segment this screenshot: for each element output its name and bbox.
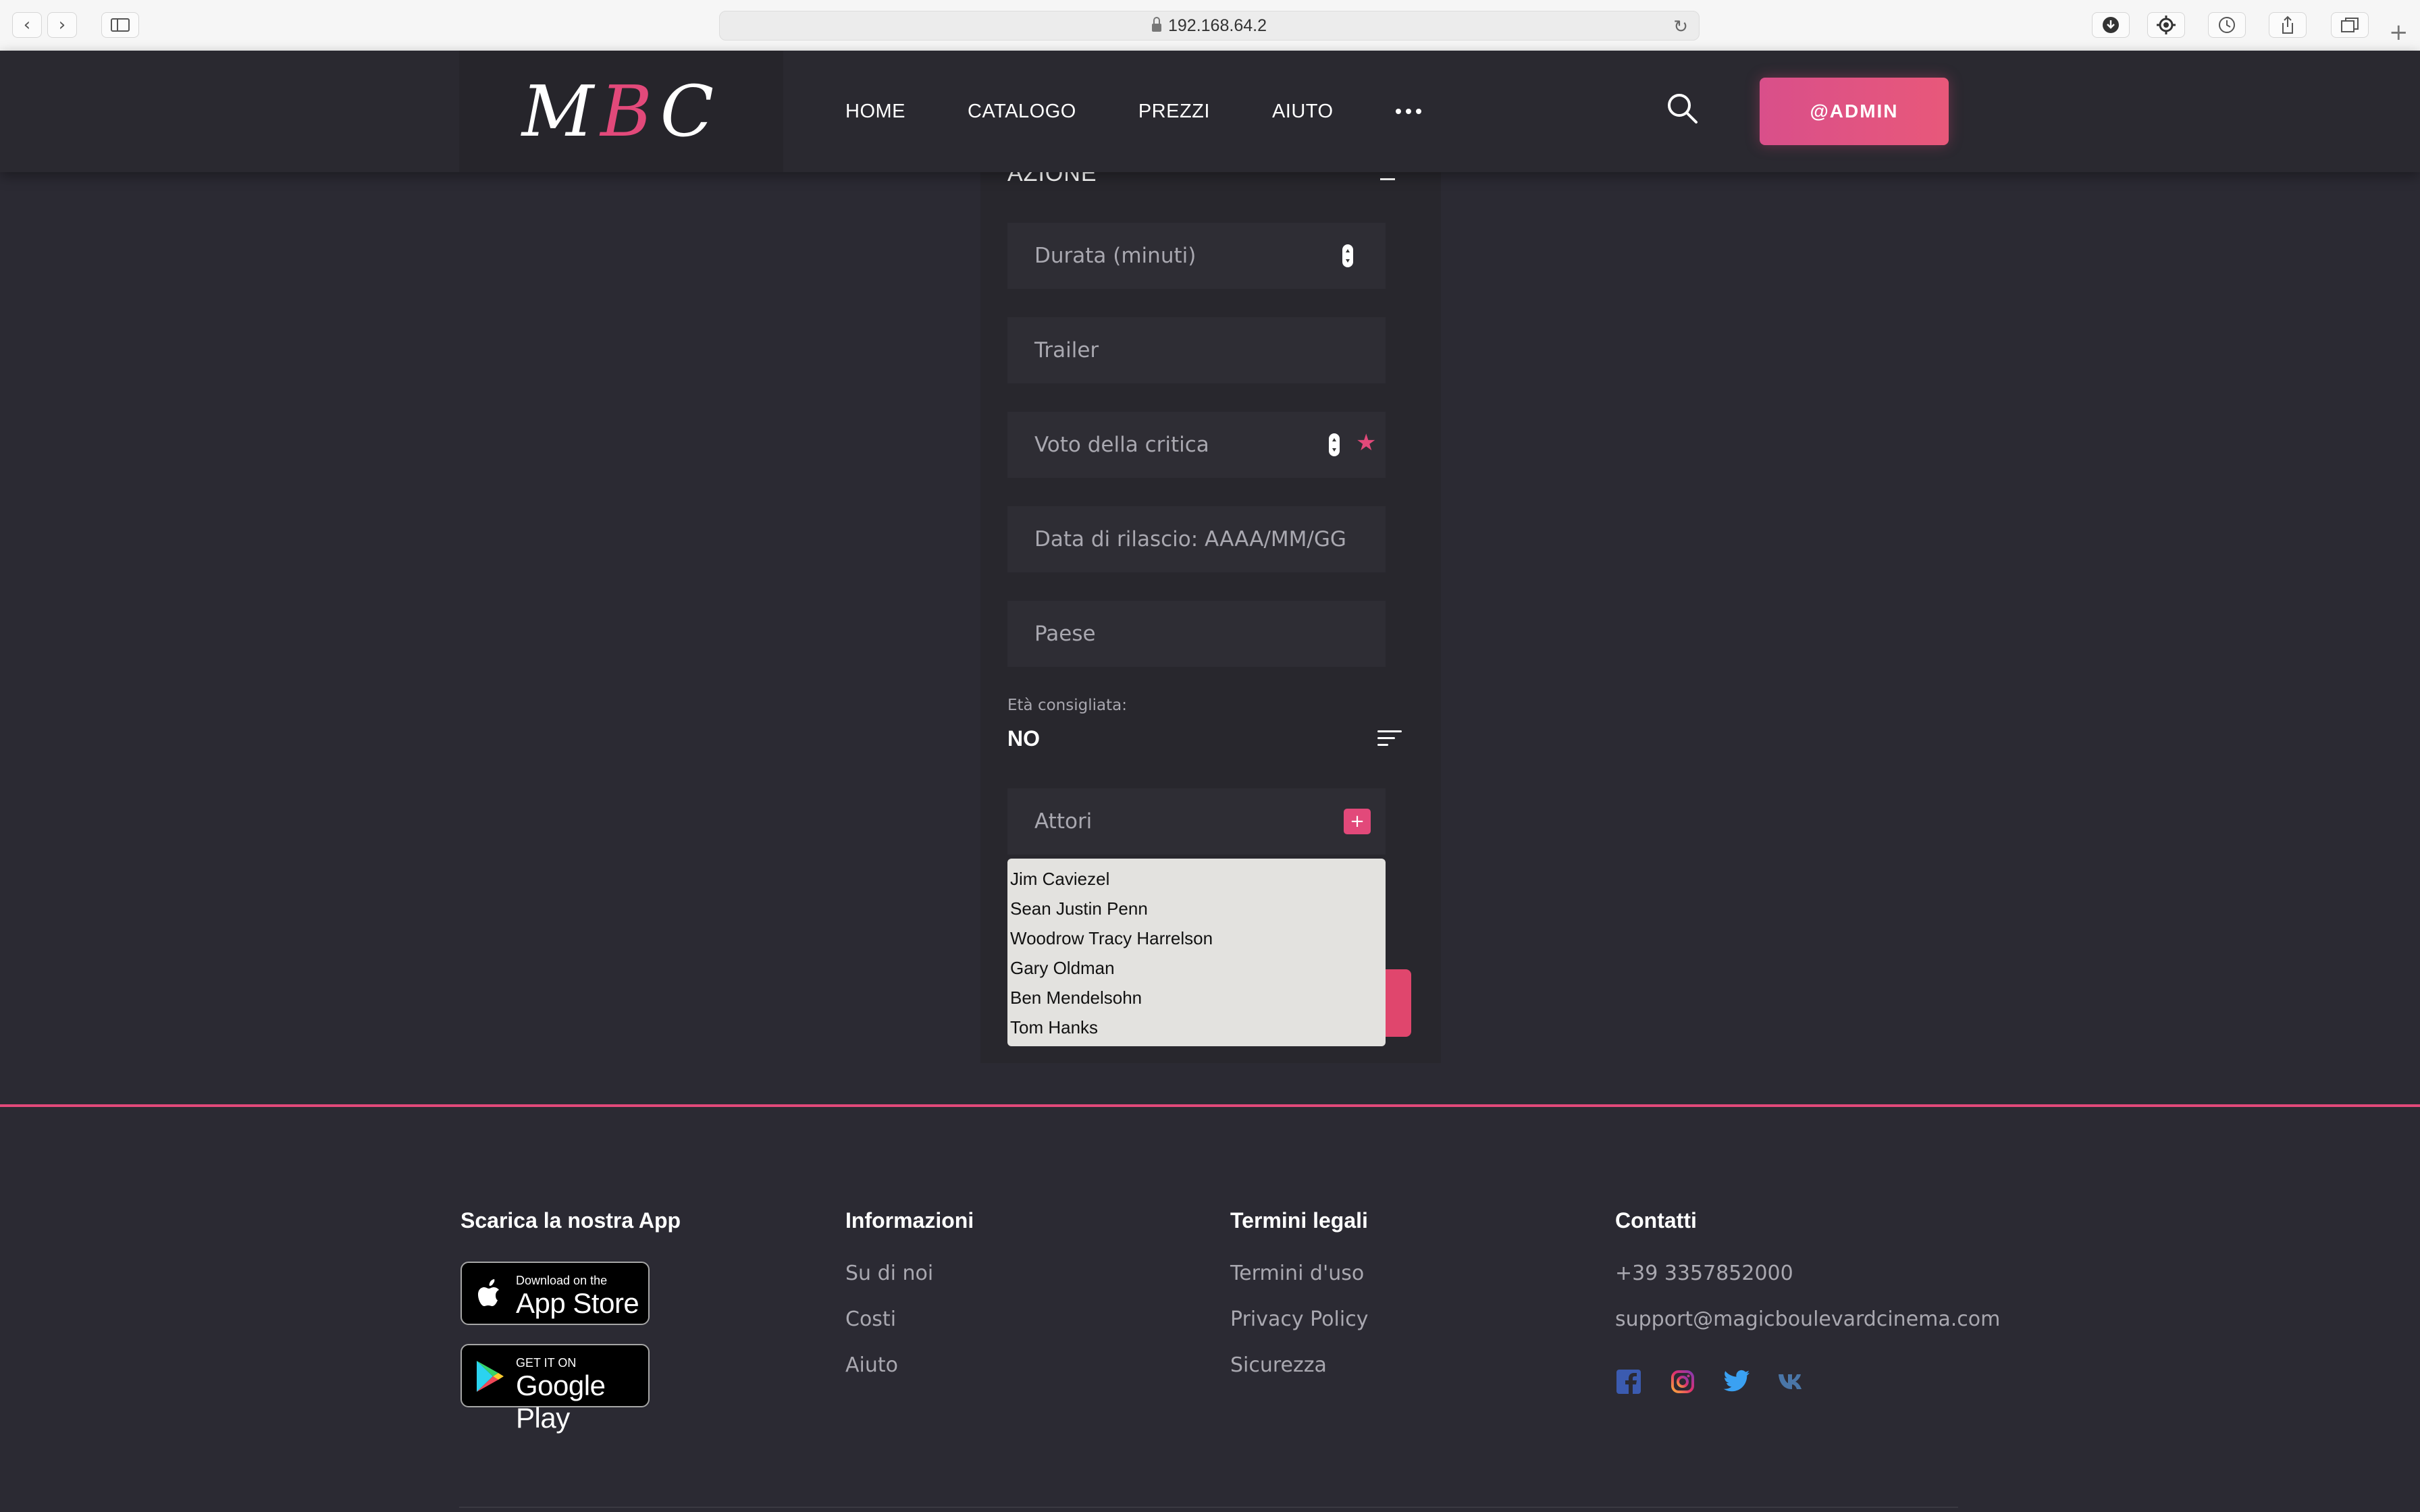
footer-info-column: Informazioni Su di noi Costi Aiuto: [845, 1208, 974, 1399]
star-icon: ★: [1356, 429, 1377, 456]
actor-option[interactable]: Ben Mendelsohn: [1007, 983, 1386, 1013]
footer-link-about[interactable]: Su di noi: [845, 1262, 974, 1307]
account-button[interactable]: @ADMIN: [1760, 78, 1949, 145]
google-play-icon: [477, 1361, 504, 1392]
back-icon[interactable]: ‹: [12, 12, 42, 38]
footer-app-column: Scarica la nostra App Download on the Ap…: [461, 1208, 681, 1434]
more-menu-icon[interactable]: [1395, 109, 1421, 114]
footer-link-costs[interactable]: Costi: [845, 1307, 974, 1353]
vk-icon[interactable]: [1777, 1368, 1804, 1395]
trailer-input[interactable]: Trailer: [1007, 317, 1386, 383]
footer-contacts-title: Contatti: [1615, 1208, 1697, 1233]
critic-rating-placeholder: Voto della critica: [1034, 433, 1209, 457]
footer-email[interactable]: support@magicboulevardcinema.com: [1615, 1307, 2000, 1353]
actor-option[interactable]: Jim Caviezel: [1007, 864, 1386, 894]
footer-info-title: Informazioni: [845, 1208, 974, 1233]
logo[interactable]: MBC: [459, 51, 783, 172]
social-links: [1615, 1368, 2000, 1395]
download-icon[interactable]: [2092, 12, 2130, 38]
address-bar[interactable]: 192.168.64.2 ↻: [719, 11, 1700, 40]
footer-legal-column: Termini legali Termini d'uso Privacy Pol…: [1230, 1208, 1368, 1399]
country-placeholder: Paese: [1034, 622, 1096, 646]
nav-catalogo[interactable]: CATALOGO: [968, 101, 1076, 123]
actor-option[interactable]: Woodrow Tracy Harrelson: [1007, 923, 1386, 953]
footer-phone[interactable]: +39 3357852000: [1615, 1262, 2000, 1307]
instagram-icon[interactable]: [1669, 1368, 1696, 1395]
critic-rating-input[interactable]: Voto della critica ★: [1007, 412, 1386, 478]
app-store-big: App Store: [516, 1287, 639, 1319]
footer-contacts-column: Contatti +39 3357852000 support@magicbou…: [1615, 1208, 2000, 1395]
actors-placeholder: Attori: [1034, 809, 1093, 834]
twitter-icon[interactable]: [1723, 1368, 1750, 1395]
site-footer: Scarica la nostra App Download on the Ap…: [0, 1107, 2420, 1512]
new-tab-icon[interactable]: +: [2389, 19, 2409, 46]
settings-gear-icon[interactable]: [2147, 12, 2185, 38]
share-icon[interactable]: [2269, 12, 2307, 38]
tabs-overview-icon[interactable]: [2331, 12, 2369, 38]
footer-legal-title: Termini legali: [1230, 1208, 1368, 1233]
release-date-input[interactable]: Data di rilascio: AAAA/MM/GG: [1007, 506, 1386, 572]
footer-link-terms[interactable]: Termini d'uso: [1230, 1262, 1368, 1307]
app-store-small: Download on the: [516, 1274, 608, 1287]
release-date-placeholder: Data di rilascio: AAAA/MM/GG: [1034, 527, 1346, 551]
browser-toolbar: ‹ › 192.168.64.2 ↻ +: [0, 0, 2420, 51]
nav-aiuto[interactable]: AIUTO: [1272, 101, 1334, 123]
age-rating-value[interactable]: NO: [1007, 726, 1040, 751]
facebook-icon[interactable]: [1615, 1368, 1642, 1395]
history-icon[interactable]: [2208, 12, 2246, 38]
critic-rating-stepper-icon[interactable]: [1329, 433, 1340, 456]
nav-home[interactable]: HOME: [845, 101, 905, 123]
footer-link-security[interactable]: Sicurezza: [1230, 1353, 1368, 1399]
google-play-button[interactable]: GET IT ON Google Play: [461, 1344, 650, 1434]
footer-bottom-divider: [459, 1507, 1958, 1508]
actor-option[interactable]: Sean Justin Penn: [1007, 894, 1386, 923]
logo-text: MBC: [521, 70, 721, 153]
duration-placeholder: Durata (minuti): [1034, 244, 1196, 268]
app-store-button[interactable]: Download on the App Store: [461, 1262, 650, 1325]
age-rating-label: Età consigliata:: [1007, 697, 1127, 714]
actor-option[interactable]: Gary Oldman: [1007, 953, 1386, 983]
sort-menu-icon[interactable]: [1377, 730, 1402, 747]
footer-link-help[interactable]: Aiuto: [845, 1353, 974, 1399]
reload-icon[interactable]: ↻: [1673, 16, 1688, 37]
trailer-placeholder: Trailer: [1034, 338, 1099, 362]
nav-prezzi[interactable]: PREZZI: [1138, 101, 1210, 123]
duration-stepper-icon[interactable]: [1342, 244, 1353, 267]
site-header: MBC HOME CATALOGO PREZZI AIUTO @ADMIN: [0, 51, 2420, 172]
country-input[interactable]: Paese: [1007, 601, 1386, 667]
google-play-small: GET IT ON: [516, 1356, 577, 1370]
actors-dropdown-list[interactable]: Jim Caviezel Sean Justin Penn Woodrow Tr…: [1007, 859, 1386, 1046]
actors-input[interactable]: Attori: [1007, 788, 1386, 855]
duration-input[interactable]: Durata (minuti): [1007, 223, 1386, 289]
google-play-big: Google Play: [516, 1370, 606, 1434]
footer-app-title: Scarica la nostra App: [461, 1208, 681, 1233]
footer-link-privacy[interactable]: Privacy Policy: [1230, 1307, 1368, 1353]
lock-icon: [1152, 17, 1161, 32]
sidebar-toggle-icon[interactable]: [101, 12, 139, 38]
search-icon[interactable]: [1665, 91, 1700, 126]
url-text: 192.168.64.2: [1168, 16, 1267, 35]
main-nav: HOME CATALOGO PREZZI AIUTO: [845, 51, 1421, 172]
apple-icon: [478, 1279, 499, 1306]
forward-icon[interactable]: ›: [47, 12, 77, 38]
actor-option[interactable]: Tom Hanks: [1007, 1013, 1386, 1042]
collapse-minus-icon[interactable]: [1380, 178, 1395, 180]
add-actor-button[interactable]: +: [1344, 809, 1371, 834]
